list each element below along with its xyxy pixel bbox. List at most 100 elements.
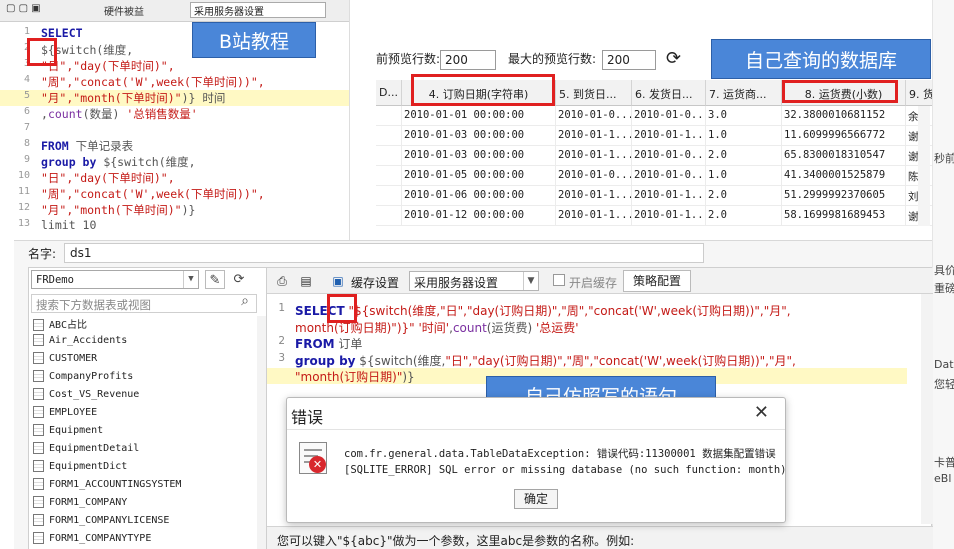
line-number: 10: [18, 170, 31, 181]
preview-rows-input[interactable]: 200: [440, 50, 496, 70]
strip-text: 重磅: [934, 282, 954, 295]
grid-cell[interactable]: 2010-01-0...: [632, 166, 706, 186]
grid-cell[interactable]: 2010-01-1...: [632, 206, 706, 226]
table-icon: [33, 442, 44, 454]
grid-cell[interactable]: 2010-01-06 00:00:00: [402, 186, 556, 206]
refresh-icon[interactable]: ⟳: [666, 48, 681, 69]
edit-connection-icon[interactable]: ✎: [205, 270, 225, 289]
database-select[interactable]: FRDemo ▼: [31, 270, 199, 289]
max-preview-rows-input[interactable]: 200: [602, 50, 656, 70]
table-list-item[interactable]: EMPLOYEE: [33, 406, 97, 424]
grid-cell[interactable]: 2010-01-1...: [556, 186, 632, 206]
tab-strategy-config[interactable]: 策略配置: [623, 270, 691, 292]
strip-text: 卡普: [934, 456, 954, 469]
line-number: 6: [23, 106, 30, 117]
sql-token: )}: [402, 370, 415, 384]
table-icon: [33, 352, 44, 364]
grid-cell[interactable]: [376, 186, 402, 206]
preview-icon[interactable]: ⎙: [273, 272, 291, 290]
snippet-code-line: 9 group by ${switch(维度,: [0, 154, 349, 170]
grid-cell[interactable]: 2010-01-0...: [556, 166, 632, 186]
table-list-item[interactable]: ABC占比: [33, 316, 87, 334]
code-token: )}: [181, 203, 196, 217]
grid-column-header[interactable]: 9. 货: [906, 80, 932, 106]
freight-column-highlight: [782, 80, 898, 103]
grid-cell[interactable]: 58.1699981689453: [782, 206, 906, 226]
grid-cell[interactable]: 2.0: [706, 186, 782, 206]
code-text: "周","concat('W',week(下单时间))",: [41, 74, 265, 90]
table-list-item[interactable]: FORM1_COMPANYLICENSE: [33, 514, 169, 532]
grid-cell[interactable]: 2010-01-03 00:00:00: [402, 146, 556, 166]
table-icon: [33, 496, 44, 508]
table-list-item[interactable]: Equipment: [33, 424, 103, 442]
sql-text: FROM 订单: [295, 335, 362, 352]
table-name: ABC占比: [49, 320, 88, 331]
snippet-toolbar-label: 硬件被益: [104, 7, 144, 18]
grid-cell[interactable]: 65.8300018310547: [782, 146, 906, 166]
table-name: Air_Accidents: [49, 335, 128, 346]
table-list-item[interactable]: Cost_VS_Revenue: [33, 388, 139, 406]
grid-cell[interactable]: 2010-01-0...: [632, 146, 706, 166]
grid-cell[interactable]: 51.2999992370605: [782, 186, 906, 206]
grid-cell[interactable]: 2010-01-0...: [632, 106, 706, 126]
grid-column-header[interactable]: D...: [376, 80, 402, 106]
table-list-item[interactable]: FORM1_COMPANYTYPE: [33, 532, 151, 549]
grid-cell[interactable]: [376, 146, 402, 166]
table-list-item[interactable]: FORM1_COMPANY: [33, 496, 127, 514]
search-icon[interactable]: ⌕: [235, 293, 255, 313]
line-number: 4: [23, 74, 30, 85]
grid-cell[interactable]: 32.3800010681152: [782, 106, 906, 126]
grid-cell[interactable]: 2010-01-03 00:00:00: [402, 126, 556, 146]
code-token: count: [47, 107, 83, 121]
grid-cell[interactable]: 2010-01-1...: [556, 206, 632, 226]
grid-column-header[interactable]: 5. 到货日...: [556, 80, 632, 106]
grid-cell[interactable]: [376, 206, 402, 226]
grid-cell[interactable]: [376, 166, 402, 186]
refresh-icon[interactable]: ⟳: [229, 270, 249, 289]
grid-cell[interactable]: 2010-01-0...: [556, 106, 632, 126]
grid-column-header[interactable]: 6. 发货日...: [632, 80, 706, 106]
table-list-item[interactable]: Air_Accidents: [33, 334, 127, 352]
grid-cell[interactable]: 2010-01-05 00:00:00: [402, 166, 556, 186]
grid-cell[interactable]: 41.3400001525879: [782, 166, 906, 186]
grid-cell[interactable]: 2010-01-1...: [556, 146, 632, 166]
grid-vertical-scrollbar[interactable]: [918, 106, 930, 226]
grid-column-header[interactable]: 7. 运货商...: [706, 80, 782, 106]
cache-icon[interactable]: ▣: [329, 272, 347, 290]
chevron-down-icon[interactable]: ▼: [523, 272, 538, 290]
grid-cell[interactable]: 2010-01-12 00:00:00: [402, 206, 556, 226]
table-list-item[interactable]: FORM1_ACCOUNTINGSYSTEM: [33, 478, 181, 496]
dataset-name-input[interactable]: ds1: [64, 243, 704, 263]
grid-cell[interactable]: [376, 126, 402, 146]
strip-text: eBl: [934, 472, 952, 485]
grid-cell[interactable]: [376, 106, 402, 126]
code-token: "月","month(下单时间)": [41, 91, 182, 105]
grid-cell[interactable]: 2010-01-1...: [556, 126, 632, 146]
table-list-item[interactable]: EquipmentDict: [33, 460, 127, 478]
close-icon[interactable]: ✕: [754, 402, 769, 423]
chevron-down-icon[interactable]: ▼: [183, 271, 198, 288]
line-number: 8: [23, 138, 30, 149]
grid-cell[interactable]: 2010-01-1...: [632, 186, 706, 206]
server-settings-select[interactable]: 采用服务器设置 ▼: [409, 271, 539, 291]
grid-cell[interactable]: 1.0: [706, 126, 782, 146]
sql-text: group by ${switch(维度,"日","day(订购日期)","周"…: [295, 352, 796, 369]
sql-editor-scrollbar[interactable]: [921, 294, 933, 524]
enable-cache-checkbox[interactable]: [553, 274, 565, 286]
save-icon[interactable]: ▤: [297, 272, 315, 290]
parameter-help-text: 您可以键入"${abc}"做为一个参数，这里abc是参数的名称。例如:: [267, 526, 933, 549]
grid-cell[interactable]: 2010-01-01 00:00:00: [402, 106, 556, 126]
grid-cell[interactable]: 2.0: [706, 206, 782, 226]
grid-cell[interactable]: 2010-01-1...: [632, 126, 706, 146]
table-list-item[interactable]: CompanyProfits: [33, 370, 133, 388]
grid-cell[interactable]: 2.0: [706, 146, 782, 166]
snippet-code-line: 6 ,count(数量) '总销售数量': [0, 106, 349, 122]
grid-cell[interactable]: 1.0: [706, 166, 782, 186]
table-search-input[interactable]: 搜索下方数据表或视图: [31, 294, 257, 313]
cache-settings-label[interactable]: 缓存设置: [351, 274, 399, 291]
ok-button[interactable]: 确定: [514, 489, 558, 509]
grid-cell[interactable]: 11.6099996566772: [782, 126, 906, 146]
table-list-item[interactable]: EquipmentDetail: [33, 442, 139, 460]
grid-cell[interactable]: 3.0: [706, 106, 782, 126]
table-list-item[interactable]: CUSTOMER: [33, 352, 97, 370]
